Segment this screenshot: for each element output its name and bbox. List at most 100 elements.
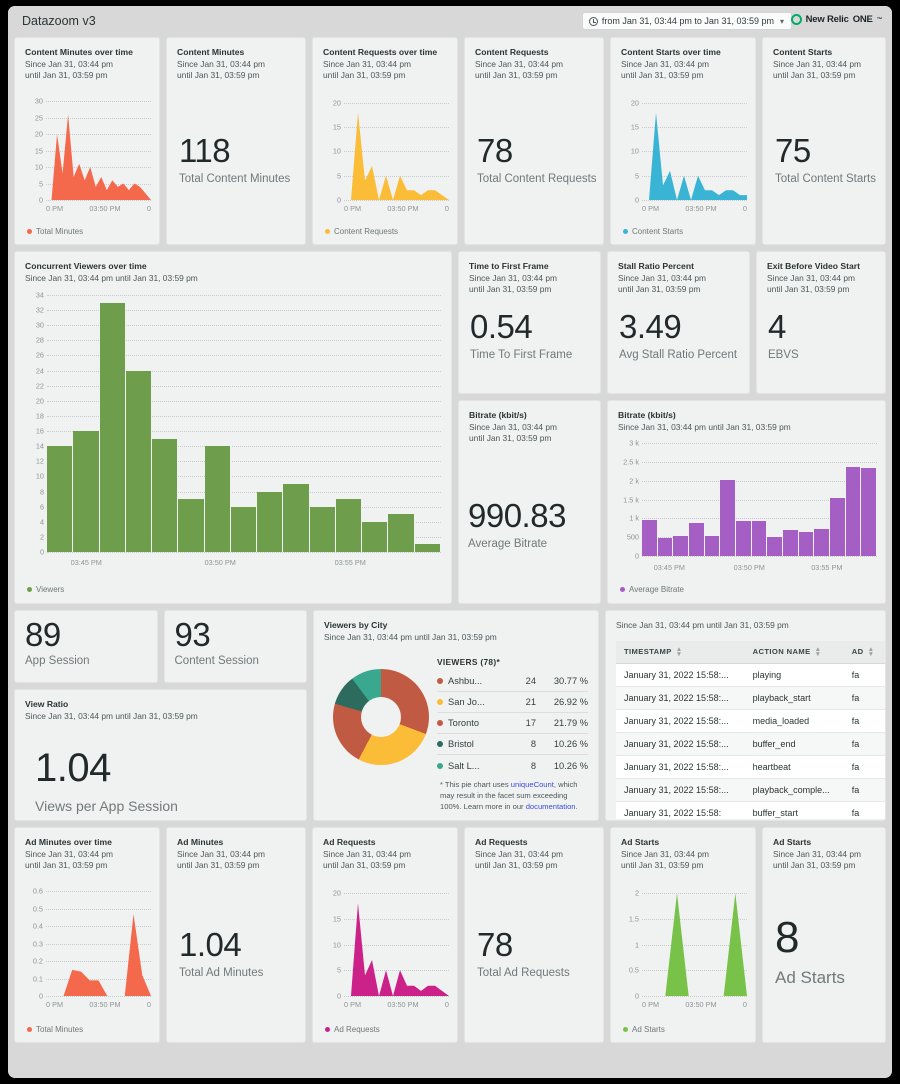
chart-bar[interactable] [657,537,674,556]
chart-legend-ad-minutes: Total Minutes [27,1025,83,1034]
chart-bar[interactable] [689,523,705,556]
footnote-text-a: * This pie chart uses [440,780,511,789]
chart-bar[interactable] [673,536,690,556]
chart-area-ad-requests[interactable]: 0 5 10 15 20 [333,888,449,1001]
chart-bar[interactable] [47,446,74,552]
widget-ad-starts[interactable]: Ad Starts Since Jan 31, 03:44 pm until J… [762,827,886,1043]
widget-ad-requests[interactable]: Ad Requests Since Jan 31, 03:44 pm until… [464,827,604,1043]
widget-ad-requests-chart[interactable]: Ad Requests Since Jan 31, 03:44 pm until… [312,827,458,1043]
table-row[interactable]: January 31, 2022 15:58:... heartbeat fa [616,755,885,779]
chart-bars[interactable] [642,443,878,556]
chart-area-content-minutes[interactable]: 0 5 10 15 20 25 30 [35,97,151,205]
chart-bars[interactable] [47,295,441,552]
time-range-picker[interactable]: from Jan 31, 03:44 pm to Jan 31, 03:59 p… [581,12,792,30]
documentation-link[interactable]: documentation. [526,802,578,811]
widget-title: Content Minutes [177,47,245,57]
widget-exit-before-video-start[interactable]: Exit Before Video Start Since Jan 31, 03… [756,251,886,394]
chart-area-concurrent-viewers[interactable]: 0 2 4 6 8 10 12 14 16 18 20 22 24 26 28 30 32 34 [36,291,441,557]
events-data-table[interactable]: TIMESTAMP ▲ ▼ ACTION NAME ▲ ▼ AD ▲ ▼ January 31,… [616,640,885,819]
legend-label: Viewers [36,585,65,594]
table-cell: January 31, 2022 15:58:... [616,778,745,802]
table-row[interactable]: January 31, 2022 15:58:... playing fa [616,663,885,687]
chart-bar[interactable] [283,483,310,552]
chart-bar[interactable] [783,529,799,556]
chart-area-ad-minutes[interactable]: 0 0.1 0.2 0.3 0.4 0.5 0.6 [33,887,151,1001]
widget-content-requests-over-time[interactable]: Content Requests over time Since Jan 31,… [312,37,458,245]
chart-bar[interactable] [814,528,831,556]
table-row[interactable]: January 31, 2022 15:58:... playback_compl… [616,778,885,802]
pie-chart-viewers-by-city[interactable] [332,669,429,765]
widget-ad-starts-chart[interactable]: Ad Starts Since Jan 31, 03:44 pm until J… [610,827,756,1043]
widget-bitrate-chart[interactable]: Bitrate (kbit/s) Since Jan 31, 03:44 pm … [607,400,886,604]
chart-bar[interactable] [178,499,205,552]
widget-time-to-first-frame[interactable]: Time to First Frame Since Jan 31, 03:44 … [458,251,601,394]
chart-bar[interactable] [861,468,878,556]
chart-bar[interactable] [204,446,231,552]
widget-events-table[interactable]: Since Jan 31, 03:44 pm until Jan 31, 03:… [605,610,886,821]
chart-bar[interactable] [73,431,100,552]
chart-area-content-requests[interactable]: 0 5 10 15 20 [333,98,449,205]
chart-bar[interactable] [388,514,415,552]
widget-content-minutes-over-time[interactable]: Content Minutes over time Since Jan 31, … [14,37,160,245]
table-column-header[interactable]: AD ▲ ▼ [843,640,885,664]
chart-bar[interactable] [704,535,721,556]
chart-area-content-starts[interactable]: 0 5 10 15 20 [631,98,747,205]
widget-title: Ad Minutes over time [25,837,112,847]
widget-ad-minutes[interactable]: Ad Minutes Since Jan 31, 03:44 pm until … [166,827,306,1043]
pie-legend-percent: 10.26 % [553,760,588,771]
chart-bar[interactable] [257,491,284,552]
sort-arrows-icon[interactable]: ▲ ▼ [815,646,822,658]
chart-bar[interactable] [845,467,862,556]
chart-bar[interactable] [125,370,153,552]
metric-caption: Total Ad Requests [477,967,570,979]
pie-legend-count: 24 [525,676,536,686]
pie-legend-row[interactable]: Ashbu... 24 30.77 % [437,671,588,692]
widget-bitrate-number[interactable]: Bitrate (kbit/s) Since Jan 31, 03:44 pm … [458,400,601,604]
pie-legend-row[interactable]: Salt L... 8 10.26 % [437,755,588,776]
chart-area-bitrate[interactable]: 0 500 1 k 1.5 k 2 k 2.5 k 3 k [623,439,878,561]
widget-app-session[interactable]: 89 App Session [14,610,158,683]
chart-bar[interactable] [736,521,752,556]
widget-content-starts-over-time[interactable]: Content Starts over time Since Jan 31, 0… [610,37,756,245]
table-header-row: TIMESTAMP ▲ ▼ ACTION NAME ▲ ▼ AD ▲ ▼ [616,640,885,664]
widget-concurrent-viewers[interactable]: Concurrent Viewers over time Since Jan 3… [14,251,452,604]
widget-content-requests[interactable]: Content Requests Since Jan 31, 03:44 pm … [464,37,604,245]
chart-bar[interactable] [642,520,658,556]
widget-subtitle: Since Jan 31, 03:44 pm until Jan 31, 03:… [616,620,789,630]
chart-bar[interactable] [230,506,258,552]
unique-count-link[interactable]: uniqueCount [511,780,554,789]
chart-bar[interactable] [798,531,815,556]
widget-viewers-by-city[interactable]: Viewers by City Since Jan 31, 03:44 pm u… [313,610,599,821]
chart-ytick-label: 15 [332,122,341,132]
table-cell: January 31, 2022 15:58:... [616,709,745,733]
table-column-header[interactable]: ACTION NAME ▲ ▼ [744,640,844,664]
chart-bar[interactable] [152,438,179,552]
pie-legend-row[interactable]: Bristol 8 10.26 % [437,734,588,755]
table-row[interactable]: January 31, 2022 15:58:... buffer_end fa [616,732,885,756]
chart-bar[interactable] [414,544,441,552]
pie-legend-row[interactable]: Toronto 17 21.79 % [437,713,588,734]
chart-bar[interactable] [309,506,336,552]
widget-content-minutes[interactable]: Content Minutes Since Jan 31, 03:44 pm u… [166,37,306,245]
chart-bar[interactable] [720,479,737,556]
widget-view-ratio[interactable]: View Ratio Since Jan 31, 03:44 pm until … [14,689,307,821]
widget-ad-minutes-over-time[interactable]: Ad Minutes over time Since Jan 31, 03:44… [14,827,160,1043]
chart-bar[interactable] [767,536,784,556]
sort-arrows-icon[interactable]: ▲ ▼ [676,646,683,658]
table-row[interactable]: January 31, 2022 15:58:... media_loaded fa [616,709,885,733]
table-row[interactable]: January 31, 2022 15:58: buffer_start fa [616,801,885,819]
pie-legend-row[interactable]: San Jo... 21 26.92 % [437,692,588,713]
widget-content-session[interactable]: 93 Content Session [163,610,307,683]
chart-bar[interactable] [830,498,846,556]
widget-stall-ratio-percent[interactable]: Stall Ratio Percent Since Jan 31, 03:44 … [607,251,750,394]
table-row[interactable]: January 31, 2022 15:58:... playback_start… [616,686,885,710]
chart-bar[interactable] [99,302,126,552]
chart-bar[interactable] [362,521,389,552]
chart-bar[interactable] [335,499,363,552]
widget-content-starts[interactable]: Content Starts Since Jan 31, 03:44 pm un… [762,37,886,245]
table-column-header[interactable]: TIMESTAMP ▲ ▼ [616,640,745,664]
sort-arrows-icon[interactable]: ▲ ▼ [868,646,875,658]
chart-area-ad-starts[interactable]: 0 0.5 1 1.5 2 [629,888,747,1001]
pie-legend-percent: 26.92 % [553,697,588,707]
chart-bar[interactable] [751,520,768,556]
